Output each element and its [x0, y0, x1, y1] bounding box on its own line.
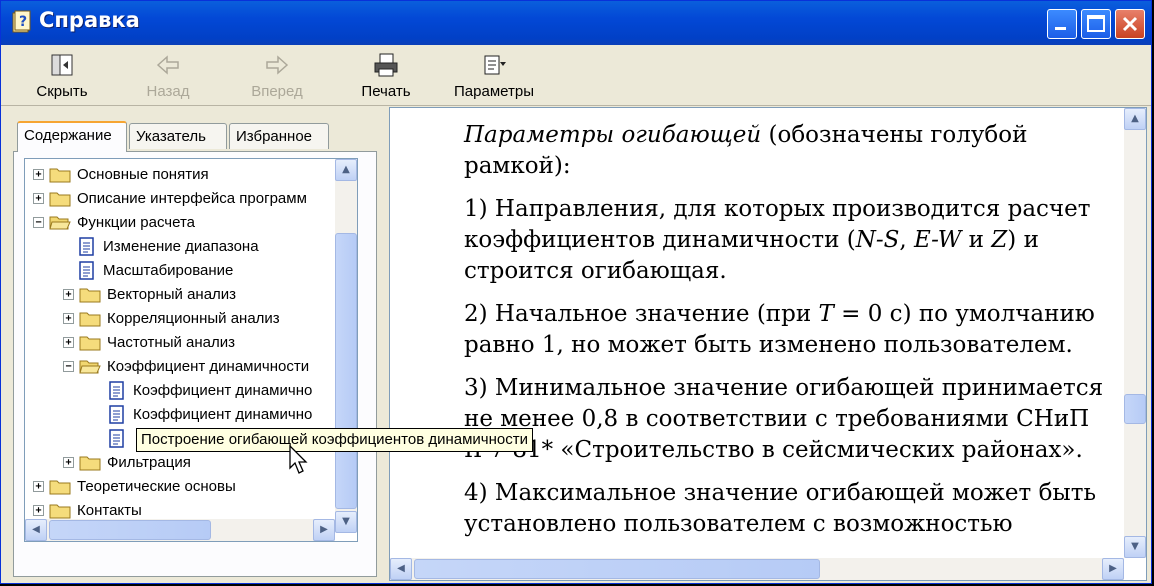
folder-icon — [49, 504, 71, 519]
tree-item-label: Изменение диапазона — [103, 238, 259, 255]
page-icon — [109, 381, 124, 400]
folder-icon — [79, 288, 101, 303]
expand-icon[interactable]: + — [33, 481, 44, 492]
hide-label: Скрыть — [36, 83, 88, 100]
hide-button[interactable]: Скрыть — [27, 51, 97, 100]
close-icon — [1122, 16, 1138, 32]
paragraph-initial-value: 2) Начальное значение (при T = 0 с) по у… — [464, 301, 1095, 358]
tree-scroll-down-button[interactable]: ▼ — [335, 511, 357, 533]
expand-icon[interactable]: + — [63, 313, 74, 324]
tree-item-label: Описание интерфейса программ — [77, 190, 307, 207]
tree-vertical-scrollbar[interactable]: ▲ ▼ — [335, 159, 357, 533]
folder-icon — [49, 192, 71, 207]
collapse-icon[interactable]: − — [33, 217, 44, 228]
tree-item-label: Масштабирование — [103, 262, 234, 279]
folder-icon — [79, 336, 101, 351]
printer-icon — [374, 53, 398, 77]
print-button[interactable]: Печать — [353, 51, 419, 100]
topic-horizontal-scrollbar[interactable]: ◀ ▶ — [390, 558, 1124, 580]
collapse-icon[interactable]: − — [63, 361, 74, 372]
expand-icon[interactable]: + — [63, 289, 74, 300]
paragraph-maximum-value: 4) Максимальное значение огибающей может… — [464, 480, 1096, 537]
tree-item-label: Фильтрация — [107, 454, 191, 471]
mouse-cursor-icon — [289, 445, 308, 474]
options-menu-icon — [484, 55, 506, 75]
tree-item-label: Коэффициент динамичности — [107, 358, 310, 375]
help-book-icon: ? — [12, 10, 31, 33]
contents-tree[interactable]: + Основные понятия + Описание интерфейса пр… — [24, 158, 358, 542]
topic-content: Параметры огибающей (обозначены голубой … — [464, 120, 1114, 552]
close-button[interactable] — [1115, 9, 1145, 39]
expand-icon[interactable]: + — [63, 457, 74, 468]
page-icon — [79, 261, 94, 280]
tree-item-label: Коэффициент динамично — [133, 382, 313, 399]
back-label: Назад — [146, 83, 190, 100]
open-folder-icon — [79, 360, 101, 374]
folder-icon — [49, 480, 71, 495]
topic-scroll-left-button[interactable]: ◀ — [390, 558, 412, 580]
options-button[interactable]: Параметры — [447, 51, 541, 100]
forward-label: Вперед — [251, 83, 303, 100]
contents-panel: + Основные понятия + Описание интерфейса пр… — [13, 151, 377, 577]
expand-icon[interactable]: + — [33, 193, 44, 204]
tree-hscroll-thumb[interactable] — [49, 520, 211, 540]
envelope-params-term: Параметры огибающей — [464, 122, 762, 148]
forward-arrow-icon — [266, 55, 289, 75]
paragraph-minimum-value: 3) Минимальное значение огибающей приним… — [464, 375, 1104, 463]
maximize-button[interactable] — [1081, 9, 1111, 39]
forward-button[interactable]: Вперед — [241, 51, 313, 100]
options-label: Параметры — [454, 83, 534, 100]
folder-icon — [49, 168, 71, 183]
print-label: Печать — [361, 83, 411, 100]
page-icon — [79, 237, 94, 256]
hide-pane-icon — [51, 54, 73, 76]
tree-item-label: Функции расчета — [77, 214, 195, 231]
tree-scroll-thumb[interactable] — [335, 233, 357, 509]
tree-item-tooltip: Построение огибающей коэффициентов динам… — [136, 428, 533, 452]
title-bar[interactable]: ? Справка — [1, 1, 1151, 45]
tree-scroll-up-button[interactable]: ▲ — [335, 159, 357, 181]
expand-icon[interactable]: + — [33, 505, 44, 516]
tree-item-label: Коэффициент динамично — [133, 406, 313, 423]
window-title: Справка — [39, 8, 140, 32]
page-icon — [109, 429, 124, 448]
svg-text:?: ? — [19, 14, 27, 30]
back-arrow-icon — [156, 55, 179, 75]
tree-scroll-right-button[interactable]: ▶ — [313, 519, 335, 541]
topic-hscroll-thumb[interactable] — [414, 559, 820, 579]
open-folder-icon — [49, 216, 71, 230]
help-window: ? Справка Скрыть Назад Вперед Печать Пар… — [0, 0, 1152, 584]
topic-scroll-down-button[interactable]: ▼ — [1124, 536, 1146, 558]
navigation-pane: Содержание Указатель Избранное + Основные… — [5, 107, 383, 581]
tab-contents[interactable]: Содержание — [17, 121, 127, 152]
tree-item-label: Частотный анализ — [107, 334, 236, 351]
tab-index[interactable]: Указатель — [129, 123, 227, 149]
tree-item-label: Основные понятия — [77, 166, 209, 183]
minimize-button[interactable] — [1047, 9, 1077, 39]
page-icon — [109, 405, 124, 424]
topic-scroll-thumb[interactable] — [1124, 394, 1146, 424]
folder-icon — [79, 312, 101, 327]
expand-icon[interactable]: + — [63, 337, 74, 348]
topic-scroll-up-button[interactable]: ▲ — [1124, 108, 1146, 130]
back-button[interactable]: Назад — [133, 51, 203, 100]
tree-item-label: Корреляционный анализ — [107, 310, 280, 327]
expand-icon[interactable]: + — [33, 169, 44, 180]
paragraph-directions: 1) Направления, для которых производится… — [464, 196, 1091, 284]
topic-scroll-right-button[interactable]: ▶ — [1102, 558, 1124, 580]
tree-horizontal-scrollbar[interactable]: ◀ ▶ — [25, 519, 335, 541]
paragraph-envelope-params: Параметры огибающей (обозначены голубой … — [464, 122, 1028, 179]
tree-scroll-left-button[interactable]: ◀ — [25, 519, 47, 541]
folder-icon — [79, 456, 101, 471]
tree-item-label: Теоретические основы — [77, 478, 236, 495]
topic-pane: Параметры огибающей (обозначены голубой … — [389, 107, 1147, 581]
tree-item-label: Векторный анализ — [107, 286, 237, 303]
maximize-icon — [1087, 15, 1105, 32]
toolbar: Скрыть Назад Вперед Печать Параметры — [1, 45, 1151, 106]
topic-vertical-scrollbar[interactable]: ▲ ▼ — [1124, 108, 1146, 558]
tab-favorites[interactable]: Избранное — [229, 123, 329, 149]
minimize-icon — [1055, 27, 1066, 30]
